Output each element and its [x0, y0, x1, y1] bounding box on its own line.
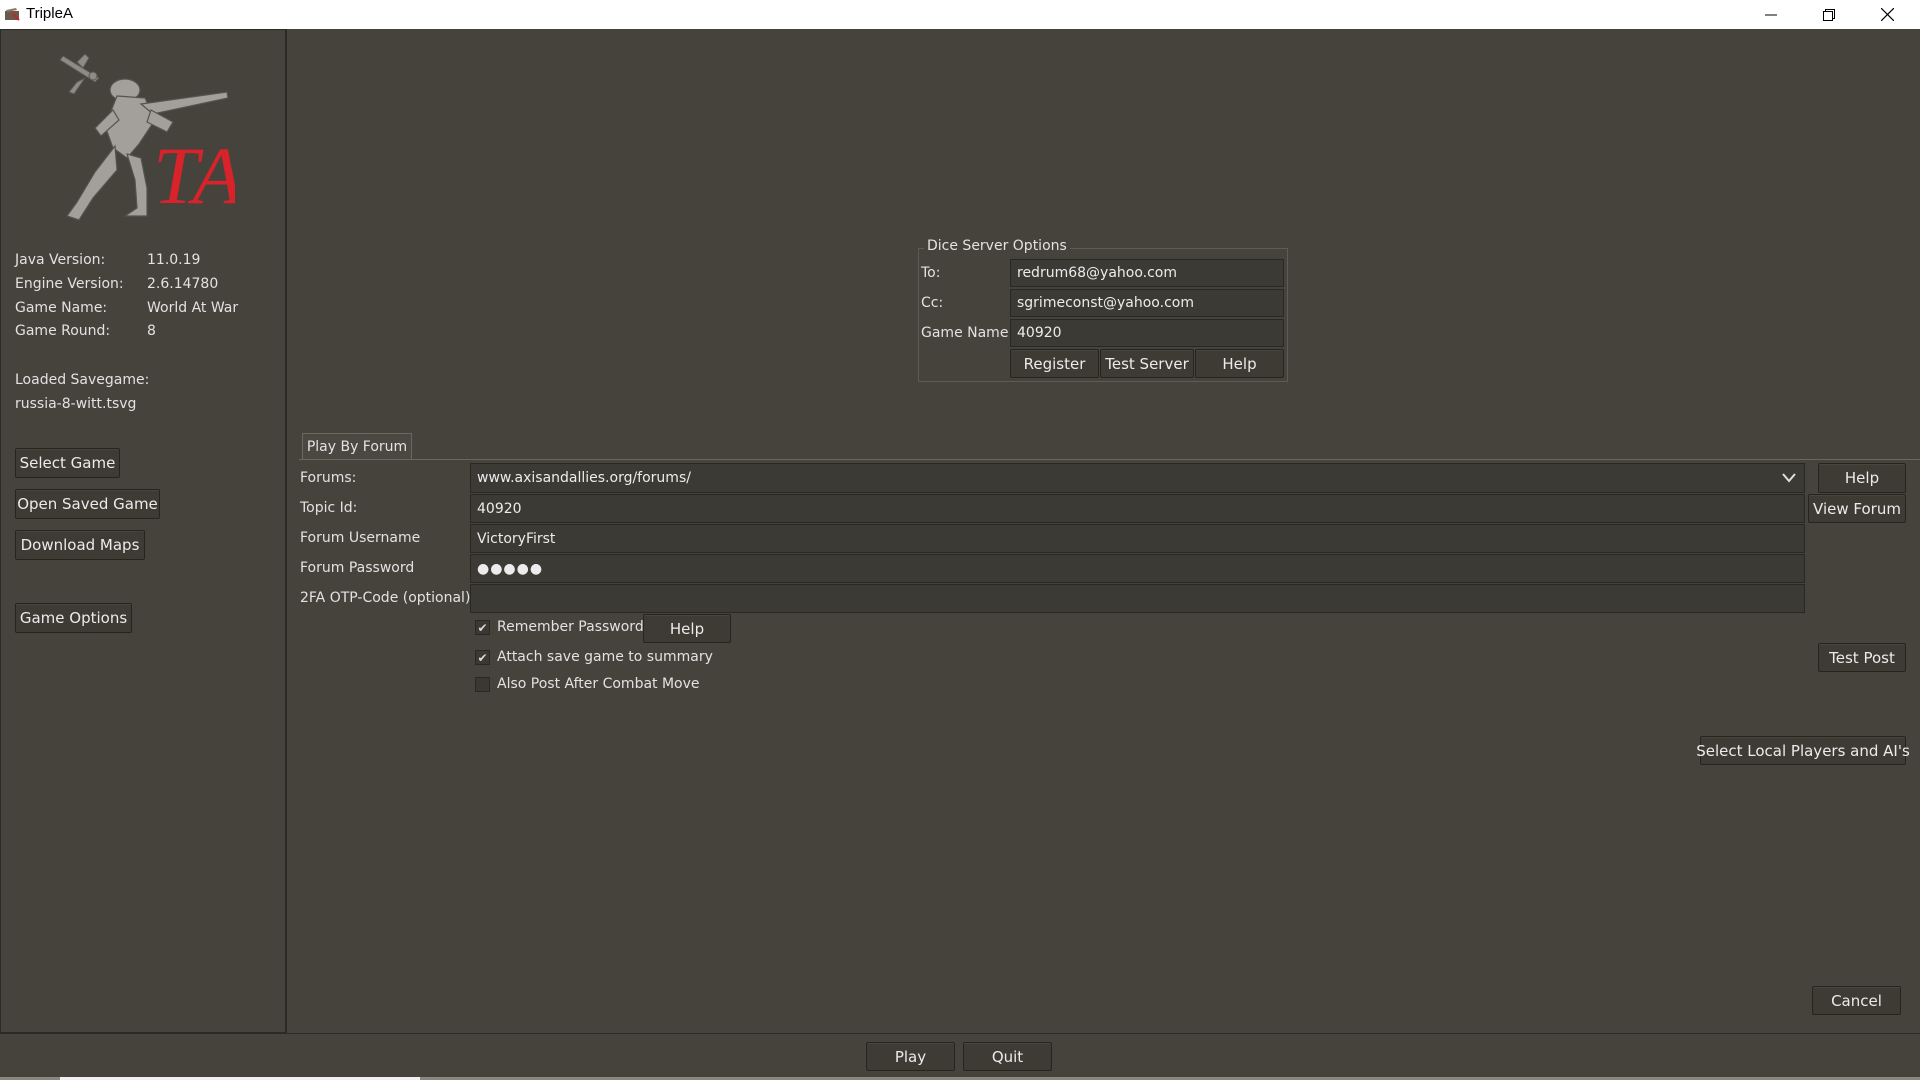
- tab-play-by-forum[interactable]: Play By Forum: [302, 433, 412, 460]
- window-title: TripleA: [26, 5, 73, 22]
- loaded-savegame-value: russia-8-witt.tsvg: [15, 396, 137, 412]
- remember-password-label: Remember Password: [497, 619, 644, 635]
- play-button[interactable]: Play: [866, 1042, 955, 1071]
- sidebar-divider: [286, 29, 287, 1033]
- game-name-label: Game Name:: [15, 300, 108, 316]
- cancel-button[interactable]: Cancel: [1812, 986, 1901, 1015]
- also-post-label: Also Post After Combat Move: [497, 676, 700, 692]
- check-icon: ✔: [477, 650, 488, 665]
- game-round-label: Game Round:: [15, 323, 111, 339]
- otp-code-label: 2FA OTP-Code (optional): [300, 590, 471, 606]
- topic-id-label: Topic Id:: [300, 500, 358, 516]
- bottom-bar: [0, 1033, 1920, 1080]
- quit-button[interactable]: Quit: [963, 1042, 1052, 1071]
- game-name-value: World At War: [147, 300, 239, 316]
- open-saved-game-button[interactable]: Open Saved Game: [15, 489, 160, 519]
- download-maps-button[interactable]: Download Maps: [15, 530, 145, 560]
- also-post-checkbox[interactable]: [475, 677, 490, 692]
- check-icon: ✔: [477, 620, 488, 635]
- forums-help-button[interactable]: Help: [1818, 463, 1906, 493]
- dice-to-field[interactable]: redrum68@yahoo.com: [1010, 259, 1284, 287]
- chevron-down-icon: [1782, 473, 1796, 483]
- loaded-savegame-label: Loaded Savegame:: [15, 372, 150, 388]
- attach-save-label: Attach save game to summary: [497, 649, 713, 665]
- game-round-value: 8: [147, 323, 156, 339]
- restore-icon: [1823, 8, 1835, 21]
- dice-server-legend: Dice Server Options: [924, 238, 1070, 254]
- dice-help-button[interactable]: Help: [1195, 349, 1284, 378]
- forum-username-label: Forum Username: [300, 530, 421, 546]
- forums-label: Forums:: [300, 470, 357, 486]
- forum-username-field[interactable]: VictoryFirst: [470, 524, 1805, 553]
- dice-test-server-button[interactable]: Test Server: [1100, 349, 1194, 378]
- select-game-button[interactable]: Select Game: [15, 448, 120, 478]
- test-post-button[interactable]: Test Post: [1818, 643, 1906, 672]
- select-local-players-button[interactable]: Select Local Players and AI's: [1696, 736, 1910, 765]
- close-icon: [1880, 8, 1894, 21]
- otp-code-field[interactable]: [470, 584, 1805, 613]
- engine-version-label: Engine Version:: [15, 276, 124, 292]
- view-forum-button[interactable]: View Forum: [1808, 494, 1906, 523]
- minimize-button[interactable]: [1742, 0, 1800, 29]
- dice-to-label: To:: [921, 265, 941, 281]
- remember-password-checkbox[interactable]: ✔: [475, 620, 490, 635]
- restore-button[interactable]: [1800, 0, 1858, 29]
- java-version-label: Java Version:: [15, 252, 106, 268]
- forums-dropdown[interactable]: www.axisandallies.org/forums/: [470, 463, 1805, 493]
- logo-text: TA: [153, 130, 235, 221]
- attach-save-checkbox[interactable]: ✔: [475, 650, 490, 665]
- dice-cc-field[interactable]: sgrimeconst@yahoo.com: [1010, 289, 1284, 317]
- close-window-button[interactable]: [1858, 0, 1916, 29]
- game-options-button[interactable]: Game Options: [15, 603, 132, 633]
- remember-password-help-button[interactable]: Help: [643, 614, 731, 643]
- dice-register-button[interactable]: Register: [1010, 349, 1099, 378]
- dice-game-name-label: Game Name:: [921, 325, 1014, 341]
- dice-cc-label: Cc:: [921, 295, 944, 311]
- app-icon: [5, 8, 20, 21]
- engine-version-value: 2.6.14780: [147, 276, 219, 292]
- soldier-logo-icon: TA: [59, 53, 235, 221]
- title-bar: TripleA: [0, 0, 1920, 29]
- java-version-value: 11.0.19: [147, 252, 201, 268]
- forum-password-label: Forum Password: [300, 560, 415, 576]
- minimize-icon: [1765, 14, 1777, 15]
- forum-password-field[interactable]: ●●●●●: [470, 554, 1805, 583]
- forums-value: www.axisandallies.org/forums/: [477, 470, 691, 486]
- dice-game-name-field[interactable]: 40920: [1010, 319, 1284, 347]
- topic-id-field[interactable]: 40920: [470, 494, 1805, 523]
- tab-divider: [299, 459, 1920, 460]
